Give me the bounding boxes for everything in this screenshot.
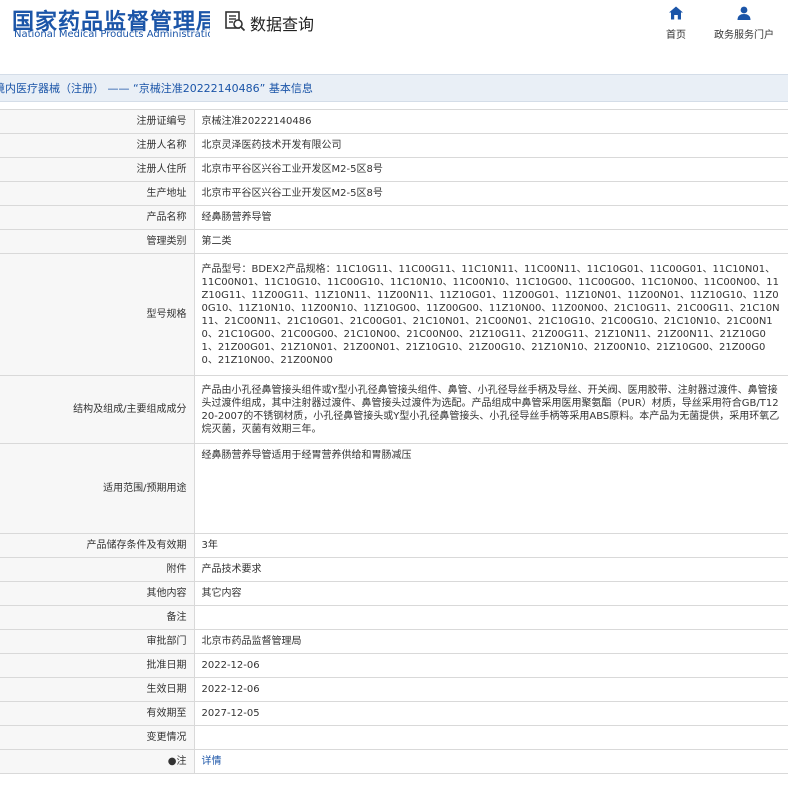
table-row: 注册人名称 北京灵泽医药技术开发有限公司: [0, 133, 788, 158]
row-label: 产品名称: [0, 205, 195, 230]
row-value: 3年: [193, 533, 788, 558]
row-label: 注册人住所: [0, 157, 195, 182]
row-label: 审批部门: [0, 629, 195, 654]
table-row: 有效期至 2027-12-05: [0, 701, 788, 726]
table-row: 产品名称 经鼻肠营养导管: [0, 205, 788, 230]
user-icon: [736, 4, 752, 22]
row-value-details: 详情: [193, 749, 788, 774]
row-label: 变更情况: [0, 725, 195, 750]
table-row: 管理类别 第二类: [0, 229, 788, 254]
row-label: 其他内容: [0, 581, 195, 606]
table-row: 附件 产品技术要求: [0, 557, 788, 582]
registration-info-table: 注册证编号 京械注准20222140486 注册人名称 北京灵泽医药技术开发有限…: [0, 109, 788, 774]
row-label: 生产地址: [0, 181, 195, 206]
row-value: 第二类: [193, 229, 788, 254]
row-label: 型号规格: [0, 253, 195, 376]
row-value-composition: 产品由小孔径鼻管接头组件或Y型小孔径鼻管接头组件、鼻管、小孔径导丝手柄及导丝、开…: [193, 375, 788, 444]
row-value: 京械注准20222140486: [193, 109, 788, 134]
table-row: ●注 详情: [0, 749, 788, 774]
nav-home[interactable]: 首页: [666, 4, 686, 48]
nav-home-label: 首页: [666, 30, 686, 41]
data-query-icon: [224, 10, 246, 36]
row-value: 2027-12-05: [193, 701, 788, 726]
page-title: 数据查询: [250, 15, 315, 34]
row-label: 产品储存条件及有效期: [0, 533, 195, 558]
row-value: 北京市药品监督管理局: [193, 629, 788, 654]
row-value: 北京市平谷区兴谷工业开发区M2-5区8号: [193, 181, 788, 206]
table-row: 适用范围/预期用途 经鼻肠营养导管适用于经胃营养供给和胃肠减压: [0, 443, 788, 534]
row-value: 2022-12-06: [193, 677, 788, 702]
row-value: 2022-12-06: [193, 653, 788, 678]
table-row: 注册证编号 京械注准20222140486: [0, 109, 788, 134]
row-label: 附件: [0, 557, 195, 582]
row-value: [193, 725, 788, 750]
table-row: 型号规格 产品型号：BDEX2产品规格：11C10G11、11C00G11、11…: [0, 253, 788, 376]
nav-portal-label: 政务服务门户: [714, 30, 774, 41]
row-label: 备注: [0, 605, 195, 630]
row-value: [193, 605, 788, 630]
breadcrumb-bar: 境内医疗器械（注册） —— “京械注准20222140486” 基本信息: [0, 74, 788, 102]
row-label: 管理类别: [0, 229, 195, 254]
breadcrumb: 境内医疗器械（注册） —— “京械注准20222140486” 基本信息: [0, 82, 313, 95]
row-label: 批准日期: [0, 653, 195, 678]
row-value-model-spec: 产品型号：BDEX2产品规格：11C10G11、11C00G11、11C10N1…: [193, 253, 788, 376]
table-row: 结构及组成/主要组成成分 产品由小孔径鼻管接头组件或Y型小孔径鼻管接头组件、鼻管…: [0, 375, 788, 444]
nav-gov-service-portal[interactable]: 政务服务门户: [714, 4, 774, 48]
table-row: 生效日期 2022-12-06: [0, 677, 788, 702]
page-heading: 数据查询: [224, 10, 314, 36]
table-row: 其他内容 其它内容: [0, 581, 788, 606]
logo-english-text: National Medical Products Administration: [14, 29, 210, 40]
table-row: 产品储存条件及有效期 3年: [0, 533, 788, 558]
site-header: 国家药品监督管理局 National Medical Products Admi…: [0, 0, 788, 60]
row-label: 注册人名称: [0, 133, 195, 158]
table-row: 变更情况: [0, 725, 788, 750]
table-row: 备注: [0, 605, 788, 630]
home-icon: [668, 4, 684, 22]
site-logo[interactable]: 国家药品监督管理局 National Medical Products Admi…: [0, 0, 210, 60]
table-row: 审批部门 北京市药品监督管理局: [0, 629, 788, 654]
row-value: 北京灵泽医药技术开发有限公司: [193, 133, 788, 158]
row-value: 北京市平谷区兴谷工业开发区M2-5区8号: [193, 157, 788, 182]
row-label: 结构及组成/主要组成成分: [0, 375, 195, 444]
table-row: 注册人住所 北京市平谷区兴谷工业开发区M2-5区8号: [0, 157, 788, 182]
table-row: 批准日期 2022-12-06: [0, 653, 788, 678]
row-value: 产品技术要求: [193, 557, 788, 582]
row-value: 经鼻肠营养导管: [193, 205, 788, 230]
row-label: 适用范围/预期用途: [0, 443, 195, 534]
row-label: ●注: [0, 749, 195, 774]
row-label: 有效期至: [0, 701, 195, 726]
row-label: 注册证编号: [0, 109, 195, 134]
table-row: 生产地址 北京市平谷区兴谷工业开发区M2-5区8号: [0, 181, 788, 206]
row-label: 生效日期: [0, 677, 195, 702]
top-nav: 首页 政务服务门户: [652, 4, 788, 48]
row-value: 其它内容: [193, 581, 788, 606]
row-value-intended-use: 经鼻肠营养导管适用于经胃营养供给和胃肠减压: [193, 443, 788, 534]
details-link[interactable]: 详情: [202, 756, 222, 767]
